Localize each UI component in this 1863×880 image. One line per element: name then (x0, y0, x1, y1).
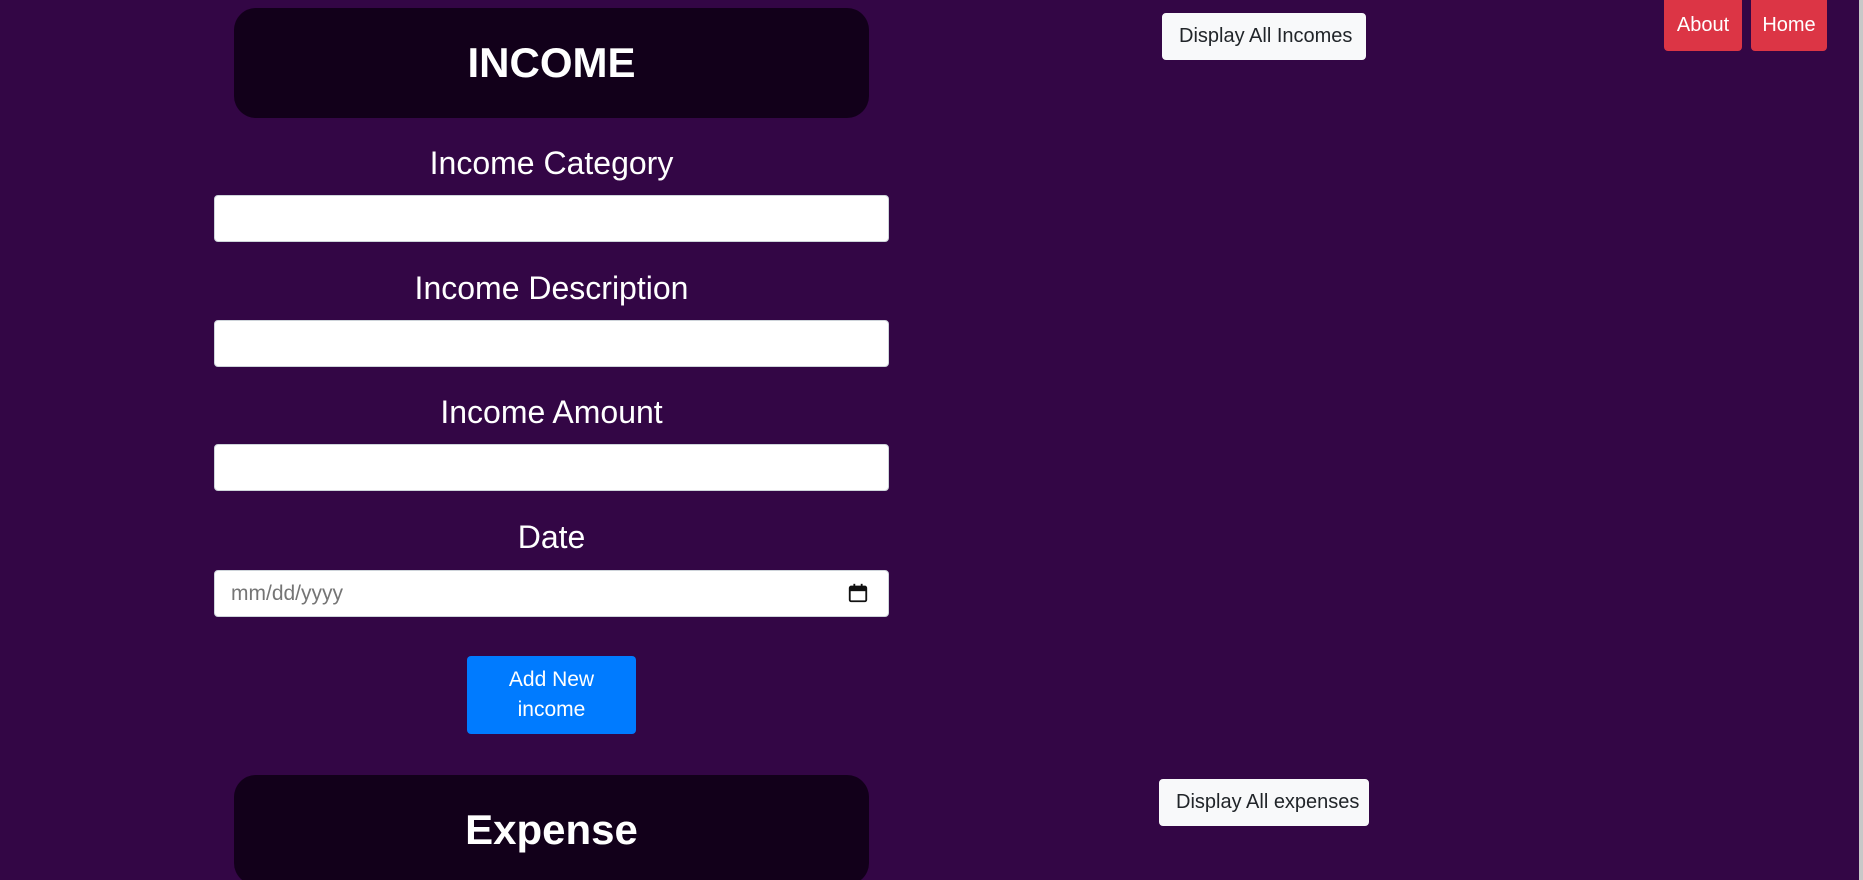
expense-title: Expense (465, 806, 638, 853)
add-new-income-button[interactable]: Add New income (467, 656, 636, 734)
page-scrollbar[interactable] (1859, 0, 1863, 880)
income-title: INCOME (467, 39, 636, 86)
date-input[interactable] (214, 570, 889, 617)
expense-header: Expense (234, 775, 869, 880)
income-amount-label: Income Amount (440, 394, 663, 430)
date-label: Date (517, 519, 586, 555)
income-amount-input[interactable] (214, 444, 889, 491)
display-all-expenses-button[interactable]: Display All expenses (1159, 779, 1369, 826)
income-category-label: Income Category (429, 145, 674, 181)
about-button[interactable]: About (1664, 0, 1742, 51)
home-button[interactable]: Home (1751, 0, 1827, 51)
income-header: INCOME (234, 8, 869, 118)
income-category-input[interactable] (214, 195, 889, 242)
calendar-icon[interactable] (847, 582, 869, 604)
income-description-input[interactable] (214, 320, 889, 367)
income-description-label: Income Description (414, 270, 689, 306)
display-all-incomes-button[interactable]: Display All Incomes (1162, 13, 1366, 60)
page: About Home INCOME Display All Incomes In… (0, 0, 1863, 880)
date-field (214, 570, 889, 617)
